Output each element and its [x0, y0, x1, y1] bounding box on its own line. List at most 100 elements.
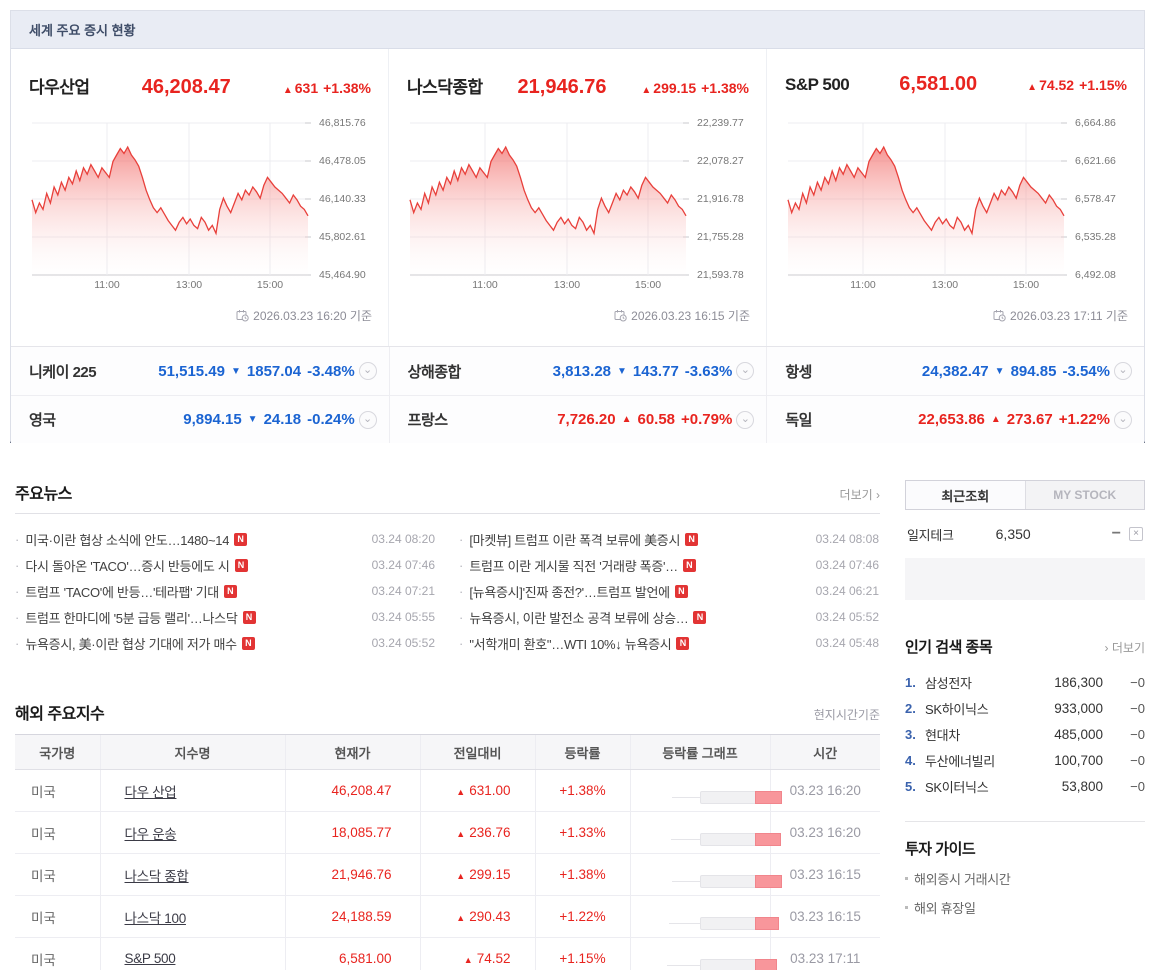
index-link[interactable]: 나스닥 종합	[125, 869, 189, 884]
news-headline[interactable]: [뉴욕증시]'진짜 종전?'…트럼프 발언에	[469, 582, 669, 601]
index-name: 독일	[785, 412, 812, 429]
column-header: 국가명	[15, 734, 100, 770]
news-item: · 트럼프 한마디에 '5분 급등 랠리'…나스닥 N 03.24 05:55	[15, 604, 435, 630]
x-axis-tick: 13:00	[553, 279, 581, 291]
bullet-icon: ·	[15, 609, 20, 625]
table-row: 미국 나스닥 종합 21,946.76 ▲ 299.15 +1.38% 03.23…	[15, 853, 880, 896]
news-time: 03.24 05:48	[815, 636, 879, 650]
bullet-icon: ·	[459, 531, 464, 547]
recent-stock-row: 일지테크 6,350 − ×	[905, 514, 1145, 554]
recent-stock-name[interactable]: 일지테크	[907, 525, 954, 544]
news-headline[interactable]: 트럼프 이란 게시물 직전 '거래량 폭증'…	[469, 556, 678, 575]
chevron-down-icon[interactable]: ⌄	[358, 410, 377, 429]
index-change: 273.67	[1006, 411, 1053, 428]
intraday-chart: 46,815.76 46,478.05 46,140.33 45,802.61 45,4…	[29, 111, 383, 303]
chevron-down-icon[interactable]: ⌄	[1113, 362, 1132, 380]
chart-index-name: S&P 500	[785, 75, 850, 94]
cell-price: 18,085.77	[284, 811, 420, 854]
news-item: · 뉴욕증시, 美·이란 협상 기대에 저가 매수 N 03.24 05:52	[15, 630, 435, 656]
popular-stock-item: 2. SK하이닉스 933,000 −0	[905, 695, 1145, 721]
index-pct: -3.48%	[307, 362, 355, 380]
cell-country: 미국	[15, 937, 100, 970]
bullet-icon: ·	[459, 635, 464, 651]
new-badge-icon: N	[693, 610, 707, 624]
guide-link[interactable]: 해외증시 거래시간	[905, 869, 1145, 888]
index-pct: +1.22%	[1058, 411, 1110, 428]
stock-name[interactable]: 현대차	[925, 725, 960, 744]
chevron-down-icon[interactable]: ⌄	[1113, 410, 1132, 429]
news-headline[interactable]: "서학개미 환호"…WTI 10%↓ 뉴욕증시	[469, 634, 671, 653]
chart-index-price: 21,946.76	[517, 76, 607, 98]
stock-name[interactable]: 삼성전자	[925, 673, 972, 692]
index-name: 니케이 225	[29, 363, 97, 381]
y-axis-tick: 22,239.77	[697, 117, 744, 129]
chart-timestamp: 2026.03.23 17:11 기준	[1010, 309, 1128, 323]
y-axis-tick: 46,478.05	[319, 155, 366, 167]
cell-graph	[629, 895, 779, 938]
chevron-down-icon[interactable]: ⌄	[736, 410, 755, 429]
cell-price: 21,946.76	[284, 853, 420, 896]
chevron-down-icon[interactable]: ⌄	[358, 362, 377, 380]
index-change: 143.77	[632, 362, 679, 380]
popular-stock-item: 3. 현대차 485,000 −0	[905, 721, 1145, 747]
stock-name[interactable]: SK이터닉스	[925, 777, 989, 796]
arrow-up-icon: ▲	[463, 955, 473, 965]
index-change: 894.85	[1010, 362, 1057, 380]
arrow-up-icon: ▲	[456, 787, 466, 797]
bullet-icon: ·	[15, 635, 20, 651]
overseas-indices-table: 국가명 지수명 현재가 전일대비 등락률 등락률 그래프 시간 미국 다우 산업 46,20…	[15, 734, 880, 970]
table-header-row: 국가명 지수명 현재가 전일대비 등락률 등락률 그래프 시간	[15, 734, 880, 770]
index-link[interactable]: S&P 500	[125, 951, 176, 966]
new-badge-icon: N	[223, 584, 237, 598]
popular-more-link[interactable]: › 더보기	[1105, 639, 1145, 656]
cell-index-name: 다우 산업	[99, 769, 285, 812]
index-link[interactable]: 다우 산업	[125, 785, 177, 800]
news-headline[interactable]: 뉴욕증시, 이란 발전소 공격 보류에 상승…	[469, 608, 688, 627]
table-row: 미국 나스닥 100 24,188.59 ▲ 290.43 +1.22% 03.2…	[15, 895, 880, 938]
y-axis-tick: 46,140.33	[319, 193, 366, 205]
news-more-link[interactable]: 더보기 ›	[840, 486, 880, 503]
index-link[interactable]: 나스닥 100	[125, 911, 187, 926]
new-badge-icon: N	[674, 584, 688, 598]
news-headline[interactable]: 뉴욕증시, 美·이란 협상 기대에 저가 매수	[25, 634, 237, 653]
index-link[interactable]: 다우 운송	[125, 827, 177, 842]
y-axis-tick: 6,664.86	[1075, 117, 1116, 129]
index-name: 영국	[29, 412, 56, 429]
main-column: 주요뉴스 더보기 › · 미국·이란 협상 소식에 안도…1480~14 N 0…	[15, 480, 880, 970]
recent-stock-price: 6,350	[995, 526, 1031, 542]
column-header: 현재가	[284, 734, 420, 770]
close-icon[interactable]: ×	[1129, 527, 1143, 541]
major-news-section: 주요뉴스 더보기 › · 미국·이란 협상 소식에 안도…1480~14 N 0…	[15, 480, 880, 656]
index-summary-cell: 니케이 225 51,515.49 ▼ 1857.04 -3.48% ⌄	[11, 347, 389, 395]
cell-index-name: 다우 운송	[99, 811, 285, 854]
news-headline[interactable]: 미국·이란 협상 소식에 안도…1480~14	[25, 530, 229, 549]
flat-change-mark: −	[1111, 525, 1121, 542]
column-header: 등락률 그래프	[629, 734, 770, 770]
index-value: 51,515.49	[158, 362, 225, 380]
sidebar-tab-recent[interactable]: 최근조회	[906, 481, 1025, 509]
y-axis-tick: 6,578.47	[1075, 193, 1116, 205]
cell-change: ▲ 299.15	[419, 853, 535, 896]
news-headline[interactable]: 트럼프 'TACO'에 반등…'테라팹' 기대	[25, 582, 219, 601]
popular-stock-item: 5. SK이터닉스 53,800 −0	[905, 773, 1145, 799]
news-headline[interactable]: [마켓뷰] 트럼프 이란 폭격 보류에 美증시	[469, 530, 680, 549]
table-row: 미국 다우 운송 18,085.77 ▲ 236.76 +1.33% 03.23 …	[15, 811, 880, 854]
sidebar-tab-mystock[interactable]: MY STOCK	[1024, 481, 1144, 509]
x-axis-tick: 15:00	[634, 279, 662, 291]
stock-name[interactable]: 두산에너빌리	[925, 751, 995, 770]
new-badge-icon: N	[242, 610, 256, 624]
recent-empty-slot	[905, 558, 1145, 600]
column-header: 지수명	[99, 734, 285, 770]
index-name: 항셍	[785, 363, 812, 381]
chevron-down-icon[interactable]: ⌄	[736, 362, 755, 380]
news-headline[interactable]: 트럼프 한마디에 '5분 급등 랠리'…나스닥	[25, 608, 237, 627]
stock-name[interactable]: SK하이닉스	[925, 699, 989, 718]
guide-link[interactable]: 해외 휴장일	[905, 898, 1145, 917]
rank-number: 1.	[905, 674, 916, 690]
panel-title: 세계 주요 증시 현황	[29, 23, 136, 38]
news-time: 03.24 08:20	[371, 532, 435, 546]
news-headline[interactable]: 다시 돌아온 'TACO'…증시 반등에도 시	[25, 556, 229, 575]
charts-row: 다우산업 46,208.47 ▲ 631 +1.38% 46,815.76 46,47…	[11, 49, 1144, 346]
new-badge-icon: N	[682, 558, 696, 572]
index-value: 3,813.28	[552, 362, 611, 380]
